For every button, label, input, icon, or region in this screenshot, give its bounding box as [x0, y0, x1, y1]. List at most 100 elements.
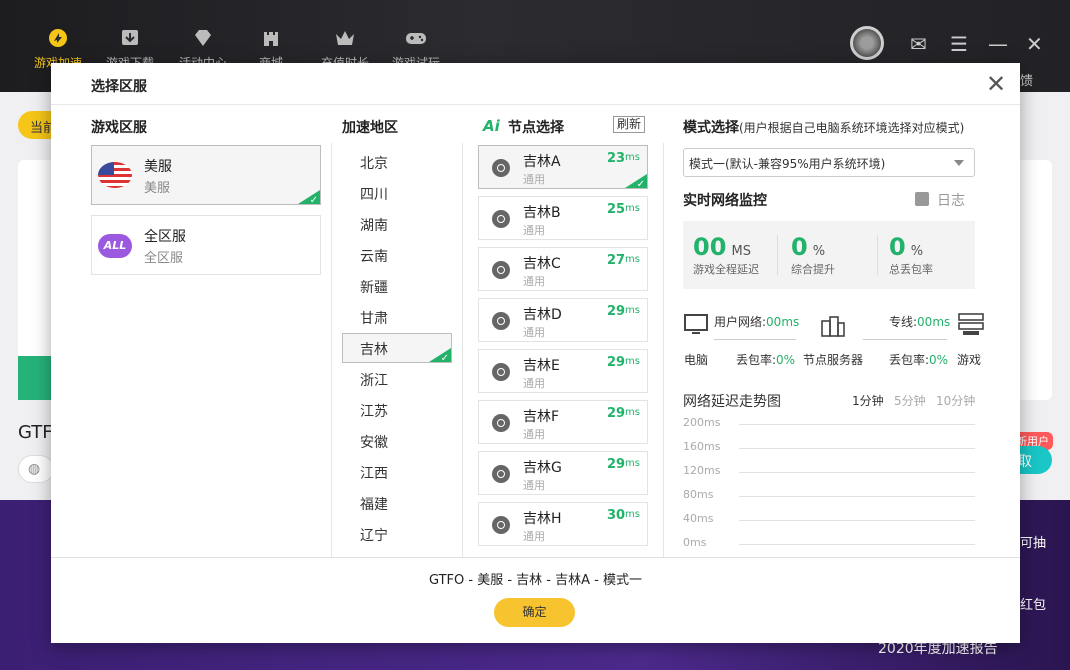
- mode-dropdown[interactable]: 模式一(默认-兼容95%用户系统环境): [683, 148, 975, 177]
- server-option-all[interactable]: ALL 全区服 全区服: [91, 215, 321, 275]
- chevron-down-icon: [954, 160, 964, 166]
- loss-value: 0%: [929, 353, 949, 367]
- close-icon[interactable]: ✕: [986, 71, 1006, 97]
- node-ping-unit: ms: [625, 203, 640, 214]
- nav-activity-center[interactable]: 活动中心: [175, 28, 231, 68]
- node-item[interactable]: 吉林D 通用 29 ms: [478, 298, 648, 342]
- node-ping: 25: [607, 202, 626, 217]
- tab-5-minutes[interactable]: 5分钟: [894, 392, 926, 409]
- window-close-icon[interactable]: ✕: [1026, 32, 1043, 56]
- node-item[interactable]: 吉林H 通用 30 ms: [478, 502, 648, 546]
- computer-icon: [684, 314, 708, 334]
- dedicated-line: 专线:00ms: [889, 313, 950, 330]
- region-item[interactable]: 云南: [342, 240, 452, 270]
- selected-check-icon: [625, 174, 647, 188]
- mode-subtitle: (用户根据自己电脑系统环境选择对应模式): [739, 121, 965, 135]
- region-item[interactable]: 浙江: [342, 364, 452, 394]
- dedicated-line-label: 专线:: [889, 315, 918, 329]
- mode-title: 模式选择: [683, 120, 739, 136]
- node-name: 吉林H: [523, 511, 562, 527]
- y-tick-label: 0ms: [683, 536, 707, 549]
- promo-side-text-2: 红包: [1020, 598, 1047, 613]
- nav-game-trial[interactable]: 游戏试玩: [388, 28, 444, 68]
- stat-value: 0: [791, 233, 808, 261]
- server-option-us[interactable]: 美服 美服: [91, 145, 321, 205]
- ai-logo-icon: Ai: [483, 117, 500, 135]
- region-item[interactable]: 江苏: [342, 395, 452, 425]
- region-item[interactable]: 新疆: [342, 271, 452, 301]
- header-divider: [51, 104, 1020, 105]
- menu-icon[interactable]: ☰: [950, 32, 968, 56]
- node-item[interactable]: 吉林E 通用 29 ms: [478, 349, 648, 393]
- confirm-button[interactable]: 确定: [494, 598, 575, 627]
- stat-latency: 00 MS 游戏全程延迟: [693, 233, 759, 276]
- game-server-icon: [958, 313, 984, 335]
- node-type: 通用: [523, 479, 545, 492]
- node-item[interactable]: 吉林G 通用 29 ms: [478, 451, 648, 495]
- node-type: 通用: [523, 173, 545, 186]
- tab-10-minutes[interactable]: 10分钟: [936, 392, 975, 409]
- nav-game-download[interactable]: 游戏下载: [102, 28, 158, 68]
- node-icon: [492, 363, 510, 381]
- region-item[interactable]: 北京: [342, 147, 452, 177]
- tab-1-minute[interactable]: 1分钟: [852, 392, 884, 409]
- stat-label: 游戏全程延迟: [693, 263, 759, 276]
- grid-line: [739, 424, 975, 425]
- y-tick-label: 80ms: [683, 488, 714, 501]
- region-item[interactable]: 吉林: [342, 333, 452, 363]
- y-tick-label: 40ms: [683, 512, 714, 525]
- server-name: 全区服: [144, 229, 186, 245]
- region-item[interactable]: 福建: [342, 488, 452, 518]
- gamepad-icon: [406, 33, 426, 44]
- node-name: 吉林E: [523, 358, 560, 374]
- globe-icon[interactable]: ◍: [18, 455, 54, 483]
- user-avatar[interactable]: [850, 26, 884, 60]
- node-icon: [492, 465, 510, 483]
- log-label: 日志: [937, 193, 965, 209]
- feedback-text[interactable]: 馈: [1020, 70, 1033, 89]
- node-name: 吉林A: [523, 154, 561, 170]
- node-name: 吉林G: [523, 460, 562, 476]
- node-name: 吉林D: [523, 307, 562, 323]
- region-item[interactable]: 辽宁: [342, 519, 452, 549]
- crown-icon: [336, 31, 354, 45]
- select-server-dialog: 选择区服 ✕ 游戏区服 加速地区 Ai 节点选择 刷新 模式选择(用户根据自己电…: [51, 63, 1020, 643]
- node-ping-unit: ms: [625, 254, 640, 265]
- game-label: 游戏: [957, 353, 982, 367]
- log-button[interactable]: 日志: [915, 190, 965, 210]
- stat-unit: %: [812, 244, 826, 259]
- mode-dropdown-value: 模式一(默认-兼容95%用户系统环境): [689, 157, 886, 171]
- node-ping: 23: [607, 151, 626, 166]
- node-server-icon: [821, 316, 845, 337]
- mail-icon[interactable]: ✉: [910, 32, 927, 56]
- server-column-title: 游戏区服: [91, 120, 147, 136]
- dedicated-line-value: 00ms: [917, 315, 951, 329]
- node-item[interactable]: 吉林F 通用 29 ms: [478, 400, 648, 444]
- stats-panel: 00 MS 游戏全程延迟 0 % 综合提升 0 % 总丢包率: [683, 221, 975, 289]
- minimize-icon[interactable]: —: [988, 32, 1008, 56]
- y-tick-label: 160ms: [683, 440, 721, 453]
- node-column-title: 节点选择: [508, 120, 564, 136]
- region-item[interactable]: 湖南: [342, 209, 452, 239]
- nav-game-accelerate[interactable]: 游戏加速: [30, 28, 86, 68]
- stat-improvement: 0 % 综合提升: [791, 233, 835, 276]
- grid-line: [739, 448, 975, 449]
- region-item[interactable]: 江西: [342, 457, 452, 487]
- node-item[interactable]: 吉林B 通用 25 ms: [478, 196, 648, 240]
- lightning-logo-icon: [49, 29, 67, 47]
- node-item[interactable]: 吉林A 通用 23 ms: [478, 145, 648, 189]
- nav-store[interactable]: 商城: [243, 28, 299, 68]
- region-item[interactable]: 甘肃: [342, 302, 452, 332]
- region-item[interactable]: 四川: [342, 178, 452, 208]
- y-tick-label: 120ms: [683, 464, 721, 477]
- node-ping: 30: [607, 508, 626, 523]
- grid-line: [739, 496, 975, 497]
- refresh-button[interactable]: 刷新: [613, 116, 646, 133]
- loss-value: 0%: [776, 353, 796, 367]
- nav-recharge[interactable]: 充值时长: [317, 28, 373, 68]
- region-item[interactable]: 安徽: [342, 426, 452, 456]
- calendar-icon: [915, 192, 929, 206]
- node-item[interactable]: 吉林C 通用 27 ms: [478, 247, 648, 291]
- node-name: 吉林F: [523, 409, 560, 425]
- node-type: 通用: [523, 326, 545, 339]
